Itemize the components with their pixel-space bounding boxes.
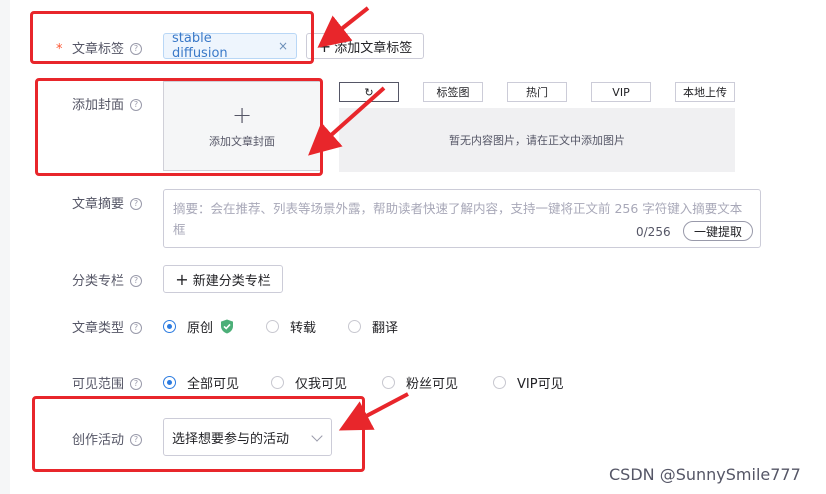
annotation-arrows xyxy=(308,6,409,431)
annotation-arrow xyxy=(317,6,370,48)
annotation-arrow xyxy=(308,86,386,156)
watermark: CSDN @SunnySmile777 xyxy=(609,465,801,484)
annotation-arrow xyxy=(338,392,409,431)
